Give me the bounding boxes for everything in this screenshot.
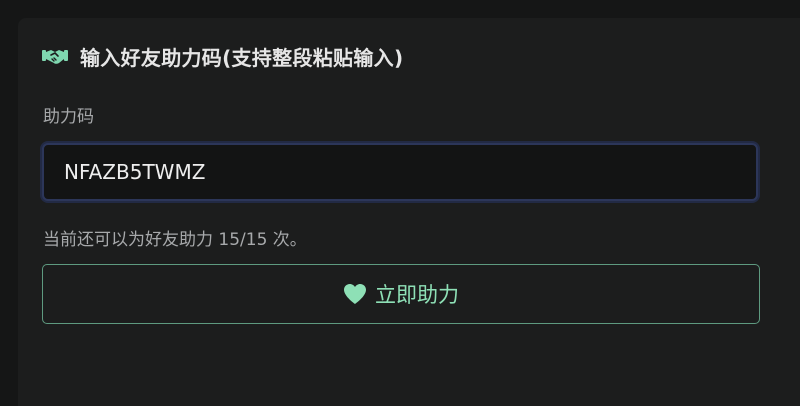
heart-icon — [343, 283, 367, 305]
help-now-button[interactable]: 立即助力 — [42, 264, 760, 324]
section-header: 输入好友助力码(支持整段粘贴输入) — [42, 40, 403, 72]
handshake-icon — [42, 45, 68, 67]
help-code-input[interactable] — [42, 143, 758, 201]
help-code-card: 输入好友助力码(支持整段粘贴输入) 助力码 当前还可以为好友助力 15/15 次… — [18, 18, 800, 406]
remaining-count-text: 当前还可以为好友助力 15/15 次。 — [43, 230, 307, 250]
section-title: 输入好友助力码(支持整段粘贴输入) — [80, 45, 404, 70]
help-now-button-label: 立即助力 — [375, 283, 459, 307]
code-field-label: 助力码 — [43, 107, 94, 127]
